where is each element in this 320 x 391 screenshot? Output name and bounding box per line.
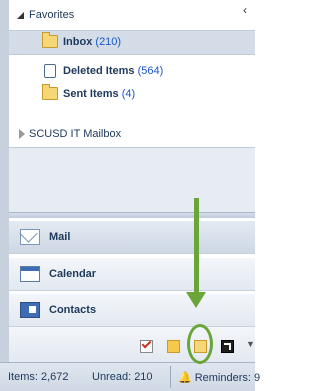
trash-icon (44, 64, 56, 78)
reminder-bell-icon: 🔔 (178, 372, 192, 384)
folder-name: Inbox (63, 36, 93, 48)
favorite-item-sent-items[interactable]: Sent Items (4) (9, 83, 255, 106)
folder-name: Sent Items (63, 88, 119, 100)
nav-label: Mail (49, 231, 71, 243)
favorites-title: Favorites (29, 9, 75, 21)
unread-count-status: Unread: 210 (92, 371, 153, 383)
mail-icon (20, 229, 40, 245)
tasks-icon[interactable] (140, 340, 153, 353)
configure-buttons-chevron-icon[interactable]: ▼ (246, 339, 255, 349)
folder-label: Sent Items (4) (63, 88, 135, 100)
items-count: Items: 2,672 (8, 371, 69, 383)
shortcuts-icon[interactable] (221, 340, 234, 353)
nav-button-calendar[interactable]: Calendar (9, 258, 255, 291)
folder-label: Inbox (210) (63, 36, 121, 48)
favorite-item-inbox[interactable]: Inbox (210) (9, 30, 255, 55)
contacts-icon (20, 302, 40, 318)
unread-count: (4) (121, 88, 136, 100)
notes-icon[interactable] (167, 340, 180, 353)
favorites-header[interactable]: Favorites ‹ (9, 0, 255, 30)
calendar-icon (20, 266, 40, 282)
folder-icon (42, 32, 58, 48)
annotation-circle (187, 324, 213, 364)
nav-button-mail[interactable]: Mail (9, 221, 255, 254)
nav-label: Calendar (49, 268, 97, 280)
splitter-handle[interactable] (9, 212, 255, 218)
mailbox-label: SCUSD IT Mailbox (29, 128, 122, 140)
expand-triangle-icon[interactable] (17, 12, 24, 19)
folder-name: Deleted Items (63, 65, 135, 77)
unread-count: (210) (95, 36, 122, 48)
status-divider (170, 366, 171, 388)
mailbox-node[interactable]: SCUSD IT Mailbox (9, 124, 255, 146)
empty-folder-area (9, 148, 255, 212)
nav-label: Contacts (49, 304, 97, 316)
annotation-arrow-shaft (194, 198, 199, 298)
folder-label: Deleted Items (564) (63, 65, 163, 77)
reminders-status[interactable]: 🔔 Reminders: 9 (178, 371, 260, 384)
folder-pane: Favorites ‹ Inbox (210) Deleted Items (5… (9, 0, 255, 362)
status-bar: Items: 2,672 Unread: 210 🔔 Reminders: 9 (0, 362, 260, 391)
nav-button-contacts[interactable]: Contacts (9, 294, 255, 327)
sent-folder-icon (42, 84, 58, 100)
nav-shortcut-bar: ▼ (9, 327, 255, 362)
favorite-item-deleted-items[interactable]: Deleted Items (564) (9, 60, 255, 83)
outlook-navigation-pane: Favorites ‹ Inbox (210) Deleted Items (5… (0, 0, 260, 391)
collapse-pane-icon[interactable]: ‹ (243, 3, 247, 17)
reminders-label: Reminders: 9 (194, 372, 261, 384)
expand-triangle-icon[interactable] (19, 129, 25, 139)
unread-count: (564) (137, 65, 164, 77)
window-edge (0, 0, 9, 390)
annotation-arrow-head (186, 292, 206, 308)
